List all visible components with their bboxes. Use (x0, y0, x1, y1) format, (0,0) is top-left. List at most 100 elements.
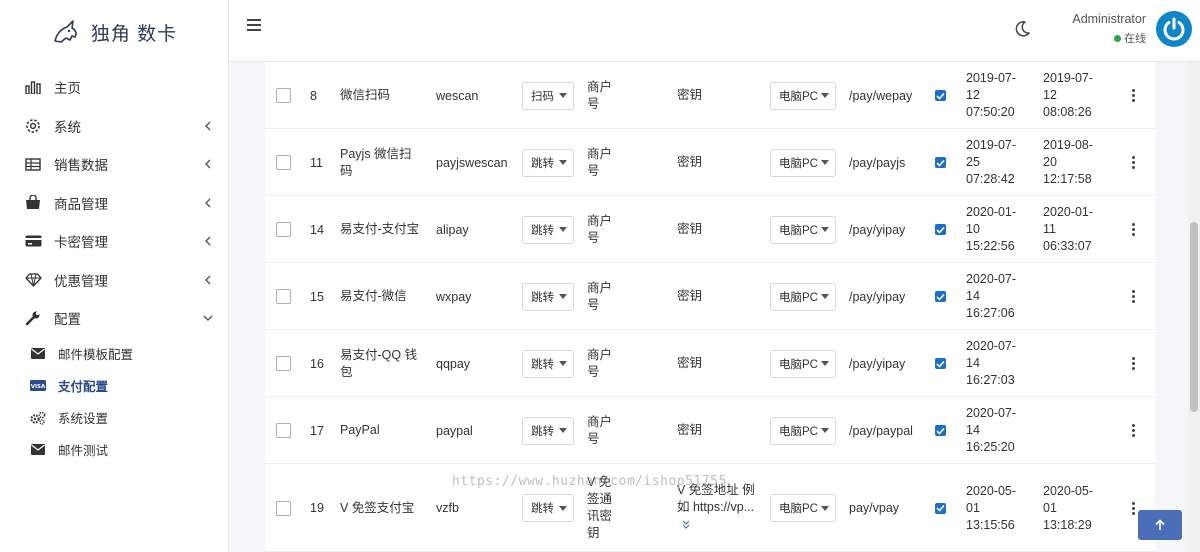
client-type-select[interactable]: 电脑PC (770, 148, 836, 177)
row-checkbox[interactable] (276, 155, 291, 170)
payment-method-select[interactable]: 跳转 (522, 416, 574, 445)
row-checkbox[interactable] (276, 423, 291, 438)
created-at: 2020-01- 10 15:22:56 (966, 196, 1036, 263)
enabled-cell (935, 129, 946, 196)
user-name: Administrator (1072, 12, 1146, 26)
cell-line: 2020-07- (966, 272, 1017, 286)
row-actions[interactable] (1132, 263, 1136, 330)
cell-line: 包 (340, 364, 353, 379)
chevron-left-icon (202, 197, 214, 209)
row-actions[interactable] (1132, 330, 1136, 397)
kebab-menu-icon[interactable] (1132, 357, 1136, 370)
sidebar-item-label: 配置 (54, 312, 81, 328)
enabled-cell (935, 397, 946, 464)
row-checkbox[interactable] (276, 289, 291, 304)
sidebar-item-sales[interactable]: 销售数据 (0, 145, 228, 184)
kebab-menu-icon[interactable] (1132, 290, 1136, 303)
row-actions[interactable] (1132, 196, 1136, 263)
client-type-select[interactable]: 电脑PC (770, 81, 836, 110)
cell-line: 商户 (587, 347, 613, 362)
payment-code: payjswescan (436, 155, 508, 170)
payment-name: Payjs 微信扫码 (340, 129, 426, 196)
row-checkbox[interactable] (276, 500, 291, 516)
sidebar-subitem-mail-test[interactable]: 邮件测试 (0, 434, 228, 466)
kebab-menu-icon[interactable] (1132, 89, 1136, 102)
enabled-checkbox[interactable] (935, 157, 946, 168)
sidebar-item-label: 卡密管理 (54, 235, 108, 251)
payment-method-select[interactable]: 跳转 (522, 349, 574, 378)
enabled-checkbox[interactable] (935, 224, 946, 235)
sidebar-subitem-payment-config[interactable]: VISA 支付配置 (0, 370, 228, 402)
payment-method-select[interactable]: 跳转 (522, 494, 574, 522)
client-type-select[interactable]: 电脑PC (770, 416, 836, 445)
row-select-cell (276, 464, 291, 552)
payment-method-select[interactable]: 跳转 (522, 282, 574, 311)
user-info[interactable]: Administrator 在线 (1072, 12, 1146, 46)
cell-line: PayPal (340, 423, 380, 437)
row-actions[interactable] (1132, 464, 1136, 552)
caret-down-icon (559, 428, 567, 433)
client-type-select[interactable]: 电脑PC (770, 349, 836, 378)
cell-line: 讯密 (587, 509, 613, 523)
sidebar-subitem-label: 支付配置 (58, 380, 109, 394)
check-icon (936, 427, 945, 435)
payment-method-select[interactable]: 跳转 (522, 215, 574, 244)
enabled-cell (935, 62, 946, 129)
row-actions[interactable] (1132, 397, 1136, 464)
row-actions[interactable] (1132, 62, 1136, 129)
row-select-cell (276, 196, 291, 263)
back-to-top-button[interactable] (1138, 510, 1182, 540)
kebab-menu-icon[interactable] (1132, 424, 1136, 437)
cell-line: 11 (1043, 222, 1056, 236)
select-value: 跳转 (531, 503, 554, 515)
sidebar-subitem-system-settings[interactable]: 系统设置 (0, 402, 228, 434)
envelope-icon (30, 347, 46, 361)
sidebar-item-system[interactable]: 系统 (0, 107, 228, 146)
client-type-select[interactable]: 电脑PC (770, 494, 836, 522)
sidebar-item-cards[interactable]: 卡密管理 (0, 222, 228, 261)
payment-name: 易支付-QQ 钱包 (340, 330, 426, 397)
table-row: 15 易支付-微信 wxpay 跳转 商户号 密钥 电脑PC/pay/yipay 2020-0… (265, 263, 1155, 330)
sidebar-item-config[interactable]: 配置 (0, 299, 228, 338)
cell-line: 密钥 (677, 155, 703, 169)
sidebar-item-products[interactable]: 商品管理 (0, 184, 228, 223)
scrollbar[interactable] (1188, 62, 1200, 552)
sidebar-item-label: 商品管理 (54, 196, 108, 212)
merchant-field: 商户号 (587, 330, 627, 397)
method-select-cell: 跳转 (522, 129, 574, 196)
row-checkbox[interactable] (276, 88, 291, 103)
check-icon (936, 226, 945, 234)
row-actions[interactable] (1132, 129, 1136, 196)
sidebar-item-label: 销售数据 (54, 158, 108, 174)
sidebar-item-coupons[interactable]: 优惠管理 (0, 261, 228, 300)
row-checkbox[interactable] (276, 356, 291, 371)
select-value: 电脑PC (779, 157, 818, 170)
payment-name: V 免签支付宝 (340, 464, 426, 552)
client-type-select[interactable]: 电脑PC (770, 215, 836, 244)
kebab-menu-icon[interactable] (1132, 501, 1136, 515)
check-icon (936, 159, 945, 167)
sidebar-subitem-mail-template[interactable]: 邮件模板配置 (0, 338, 228, 370)
enabled-checkbox[interactable] (935, 90, 946, 101)
client-type-select[interactable]: 电脑PC (770, 282, 836, 311)
enabled-checkbox[interactable] (935, 358, 946, 369)
avatar[interactable] (1156, 11, 1192, 47)
select-value: 电脑PC (779, 90, 818, 103)
chevron-double-down-icon[interactable] (681, 517, 691, 534)
enabled-checkbox[interactable] (935, 291, 946, 302)
scrollbar-thumb[interactable] (1190, 222, 1198, 412)
payment-method-select[interactable]: 扫码 (522, 81, 574, 110)
cell-line: 易支付-支付宝 (340, 222, 420, 236)
sidebar-item-home[interactable]: 主页 (0, 68, 228, 107)
row-select-cell (276, 330, 291, 397)
kebab-menu-icon[interactable] (1132, 223, 1136, 236)
enabled-checkbox[interactable] (935, 425, 946, 436)
row-checkbox[interactable] (276, 222, 291, 237)
enabled-checkbox[interactable] (935, 502, 946, 514)
kebab-menu-icon[interactable] (1132, 156, 1136, 169)
payment-name: 易支付-支付宝 (340, 196, 426, 263)
payment-method-select[interactable]: 跳转 (522, 148, 574, 177)
hamburger-menu-icon[interactable] (247, 18, 263, 32)
dark-mode-moon-icon[interactable] (1013, 20, 1031, 38)
brand[interactable]: 独角 数卡 (0, 0, 228, 64)
